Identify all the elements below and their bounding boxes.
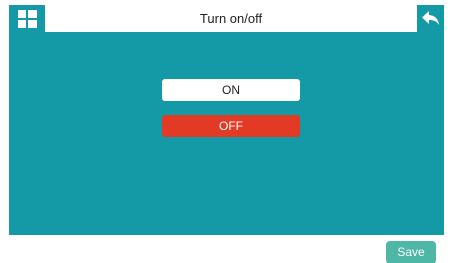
header-bar: Turn on/off [0,5,453,32]
back-button[interactable] [417,5,444,32]
on-option-button[interactable]: ON [162,79,300,101]
app-frame: Turn on/off ON OFF Save [0,0,453,263]
page-title: Turn on/off [199,11,263,26]
back-arrow-icon [422,11,439,25]
content-area: ON OFF [9,32,444,235]
off-option-button[interactable]: OFF [162,115,300,137]
footer-bar: Save [9,235,444,263]
save-button[interactable]: Save [386,241,436,263]
grid-icon [17,9,37,28]
menu-button[interactable] [9,5,45,32]
